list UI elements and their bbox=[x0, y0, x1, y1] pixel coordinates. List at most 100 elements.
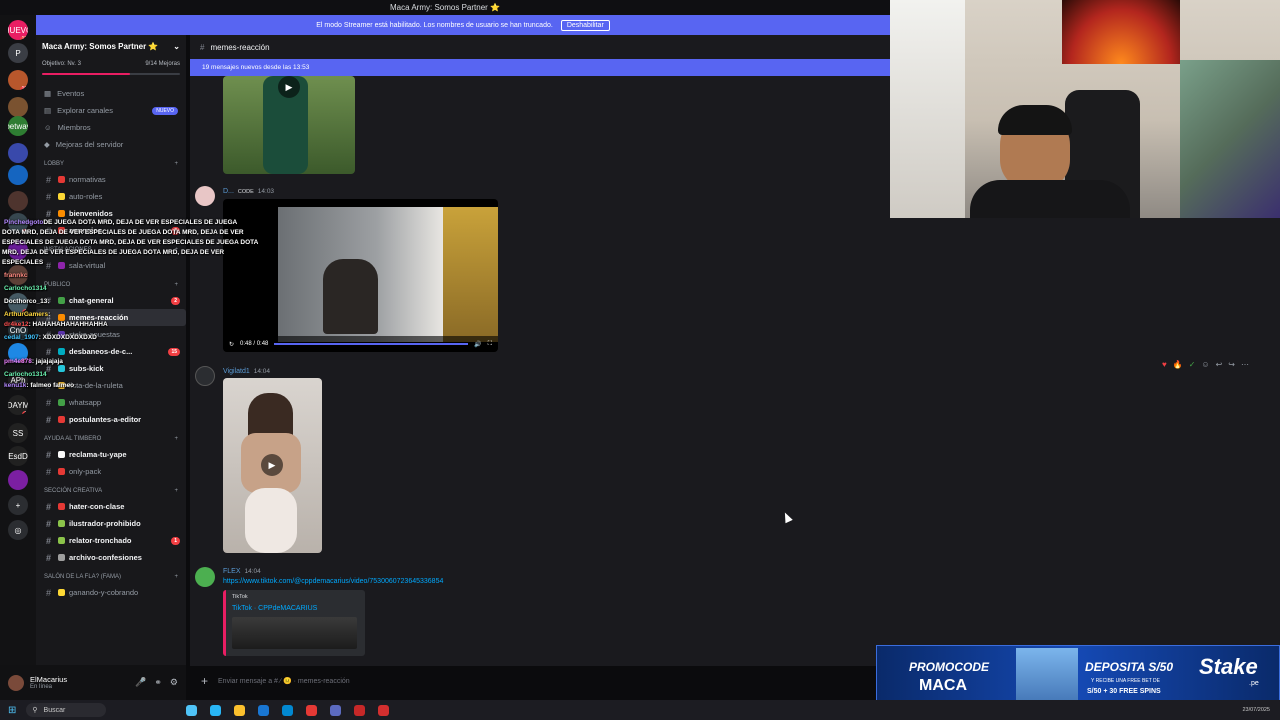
channel-item[interactable]: # sala-virtual bbox=[36, 257, 186, 274]
channel-item[interactable]: # ganando-y-cobrando bbox=[36, 584, 186, 601]
sidebar-item-explorar-canales[interactable]: ▤ Explorar canales NUEVO bbox=[36, 102, 186, 119]
channel-item[interactable]: # memes-reacción bbox=[36, 309, 186, 326]
reply-icon[interactable]: ↩ bbox=[1216, 360, 1223, 369]
channel-item[interactable]: # chat-general 2 bbox=[36, 292, 186, 309]
server-icon[interactable]: 221 bbox=[8, 343, 28, 363]
channel-category[interactable]: SALÓN DE LA FLA? (FAMA) + bbox=[36, 570, 186, 584]
channel-item[interactable]: # normativas bbox=[36, 171, 186, 188]
video-attachment[interactable]: ▶ bbox=[223, 378, 322, 553]
more-icon[interactable]: ⋯ bbox=[1241, 360, 1249, 369]
sidebar-item-eventos[interactable]: ▦ Eventos bbox=[36, 85, 186, 102]
channel-item[interactable]: # desbaneos-de-c... 15 bbox=[36, 343, 186, 360]
server-icon[interactable]: NUEVO134 bbox=[8, 20, 28, 40]
boost-goal[interactable]: Objetivo: Nv. 3 9/14 Mejoras bbox=[36, 57, 186, 71]
play-icon[interactable]: ▶ bbox=[278, 76, 300, 98]
sidebar-item-mejoras-del-servidor[interactable]: ◆ Mejoras del servidor bbox=[36, 136, 186, 153]
server-icon[interactable]: betway bbox=[8, 116, 28, 136]
server-icon[interactable]: APh bbox=[8, 370, 28, 390]
channel-item[interactable]: # bienvenidos bbox=[36, 205, 186, 222]
channel-category[interactable]: INSTALACIONES + bbox=[36, 243, 186, 257]
forward-icon[interactable]: ↪ bbox=[1228, 360, 1235, 369]
server-icon[interactable] bbox=[8, 265, 28, 285]
message-author[interactable]: Vigilatd1 bbox=[223, 368, 250, 375]
server-icon[interactable]: DAYM28 bbox=[8, 395, 28, 415]
server-icon[interactable] bbox=[8, 470, 28, 490]
server-icon[interactable]: SS bbox=[8, 423, 28, 443]
taskbar-app-icon[interactable] bbox=[282, 704, 294, 716]
server-icon[interactable]: 105 bbox=[8, 70, 28, 90]
windows-start-icon[interactable]: ⊞ bbox=[8, 705, 16, 716]
server-icon[interactable]: 71 bbox=[8, 213, 28, 233]
channel-item[interactable]: # ilustrador-prohibido bbox=[36, 515, 186, 532]
channel-item[interactable]: # whatsapp bbox=[36, 394, 186, 411]
add-channel-icon[interactable]: + bbox=[174, 161, 178, 167]
channel-item[interactable]: # subs-kick bbox=[36, 360, 186, 377]
volume-icon[interactable]: 🔊 bbox=[474, 341, 481, 348]
server-icon[interactable]: 4 bbox=[8, 165, 28, 185]
channel-item[interactable]: # auto-roles bbox=[36, 188, 186, 205]
avatar[interactable] bbox=[195, 186, 215, 206]
add-channel-icon[interactable]: + bbox=[174, 247, 178, 253]
sidebar-item-miembros[interactable]: ☺ Miembros bbox=[36, 119, 186, 136]
server-icon[interactable] bbox=[8, 143, 28, 163]
taskbar-app-icon[interactable] bbox=[306, 704, 318, 716]
emoji-icon[interactable]: ☺ bbox=[1201, 360, 1209, 369]
server-icon[interactable]: ◎ bbox=[8, 520, 28, 540]
server-icon[interactable] bbox=[8, 97, 28, 117]
video-player[interactable]: ↻ 0:48 / 0:48 🔊 ⛶ bbox=[223, 199, 498, 352]
check-icon[interactable]: ✓ bbox=[1189, 360, 1196, 369]
fire-icon[interactable]: 🔥 bbox=[1173, 360, 1183, 369]
server-icon[interactable]: 16 bbox=[8, 293, 28, 313]
channel-item[interactable]: # reclama-tu-yape bbox=[36, 446, 186, 463]
channel-category[interactable]: SECCIÓN CREATIVA + bbox=[36, 484, 186, 498]
disable-streamer-mode-button[interactable]: Deshabilitar bbox=[560, 19, 610, 31]
fullscreen-icon[interactable]: ⛶ bbox=[488, 341, 492, 348]
avatar[interactable] bbox=[195, 366, 215, 386]
play-icon[interactable]: ▶ bbox=[261, 454, 283, 476]
taskbar-app-icon[interactable] bbox=[354, 704, 366, 716]
server-icon[interactable]: P bbox=[8, 43, 28, 63]
add-channel-icon[interactable]: + bbox=[174, 574, 178, 580]
channel-item[interactable]: # archivo-confesiones bbox=[36, 549, 186, 566]
server-icon[interactable]: CnO bbox=[8, 320, 28, 340]
taskbar-app-icon[interactable] bbox=[258, 704, 270, 716]
replay-icon[interactable]: ↻ bbox=[229, 341, 234, 348]
channel-category[interactable]: PUBLICO + bbox=[36, 278, 186, 292]
add-channel-icon[interactable]: + bbox=[174, 436, 178, 442]
channel-item[interactable]: # relator-tronchado 1 bbox=[36, 532, 186, 549]
channel-category[interactable]: LOBBY + bbox=[36, 157, 186, 171]
channel-category[interactable]: AYUDA AL TIMBERO + bbox=[36, 432, 186, 446]
taskbar-app-icon[interactable] bbox=[378, 704, 390, 716]
channel-item[interactable]: # stake-apuestas bbox=[36, 326, 186, 343]
taskbar-search[interactable]: ⚲ Buscar bbox=[26, 703, 107, 717]
channel-item[interactable]: # hater-con-clase bbox=[36, 498, 186, 515]
video-attachment[interactable]: ▶ bbox=[223, 76, 355, 174]
message-author[interactable]: D... bbox=[223, 188, 234, 195]
new-messages-bar[interactable]: 19 mensajes nuevos desde las 13:53 bbox=[190, 59, 890, 76]
gear-icon[interactable]: ⚙ bbox=[170, 677, 178, 688]
taskbar-app-icon[interactable] bbox=[234, 704, 246, 716]
add-channel-icon[interactable]: + bbox=[174, 488, 178, 494]
embed-title[interactable]: TikTok · CPPdeMACARIUS bbox=[232, 605, 359, 612]
channel-item[interactable]: # only-pack bbox=[36, 463, 186, 480]
channel-item[interactable]: # anuncios 3 bbox=[36, 222, 186, 239]
embed-thumbnail[interactable] bbox=[232, 617, 357, 649]
server-header[interactable]: Maca Army: Somos Partner ⭐ ⌄ bbox=[36, 35, 186, 57]
add-attachment-icon[interactable]: + bbox=[201, 674, 208, 688]
channel-item[interactable]: # lista-de-la-ruleta bbox=[36, 377, 186, 394]
message-input[interactable]: Enviar mensaje a # ∕ 😐 · memes-reacción bbox=[218, 677, 350, 685]
message-link[interactable]: https://www.tiktok.com/@cppdemacarius/vi… bbox=[223, 578, 443, 585]
reaction-icon[interactable]: ♥ bbox=[1162, 360, 1167, 369]
headphones-icon[interactable]: ⚭ bbox=[154, 677, 162, 688]
taskbar-app-icon[interactable] bbox=[186, 704, 198, 716]
server-icon[interactable]: + bbox=[8, 495, 28, 515]
avatar[interactable] bbox=[195, 567, 215, 587]
video-progress[interactable] bbox=[274, 343, 469, 345]
taskbar-app-icon[interactable] bbox=[210, 704, 222, 716]
channel-item[interactable]: # postulantes-a-editor bbox=[36, 411, 186, 428]
server-icon[interactable] bbox=[8, 191, 28, 211]
message-author[interactable]: FLEX bbox=[223, 568, 241, 575]
server-icon[interactable] bbox=[8, 240, 28, 260]
avatar[interactable] bbox=[8, 674, 24, 691]
microphone-icon[interactable]: 🎤 bbox=[135, 677, 146, 688]
